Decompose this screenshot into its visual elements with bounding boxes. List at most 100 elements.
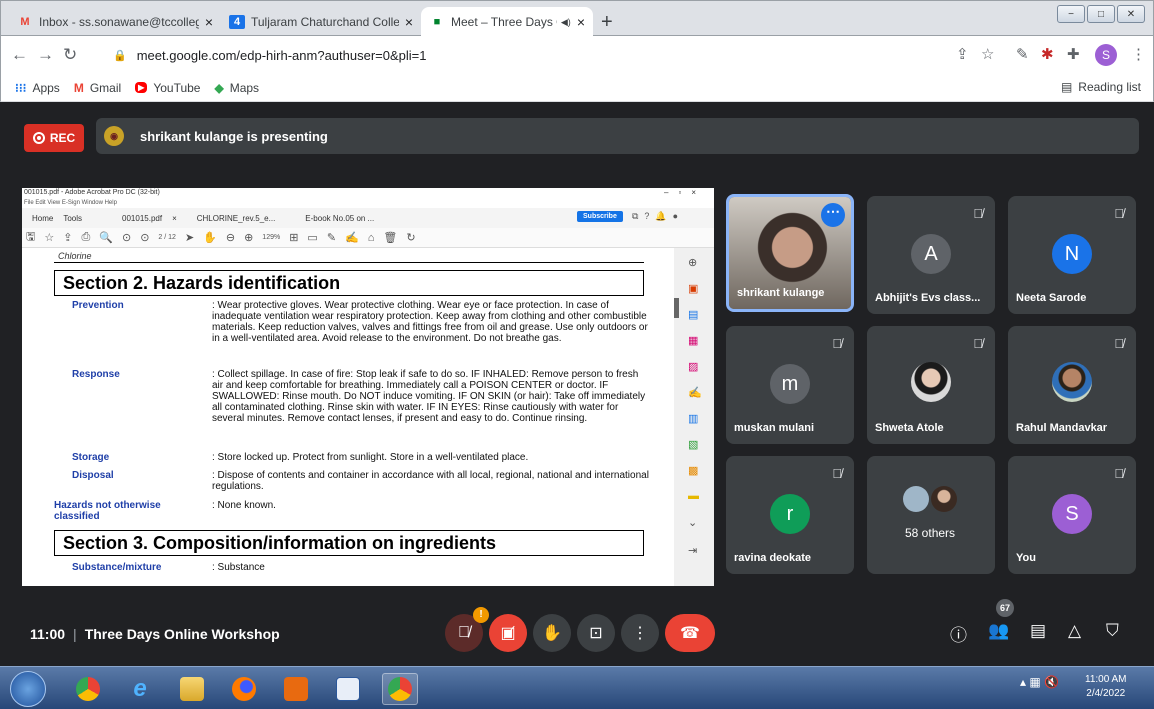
meeting-details-icon[interactable]: ⓘ [950, 621, 967, 646]
tool-sign-icon: ✍ [688, 387, 702, 399]
puzzle-icon[interactable]: ✚ [1067, 45, 1080, 63]
back-icon[interactable]: ← [11, 45, 28, 65]
hang-up-icon: ☎ [680, 625, 700, 642]
taskbar-chrome[interactable] [70, 673, 106, 705]
more-options-icon[interactable]: ⋯ [821, 203, 845, 227]
forward-icon[interactable]: → [37, 45, 54, 65]
avatar: r [770, 494, 810, 534]
participant-tile-you[interactable]: 🎙̸ S You [1008, 456, 1136, 574]
acrobat-tabs: Home Tools 001015.pdf × CHLORINE_rev.5_e… [22, 208, 714, 228]
participant-tile-abhijit[interactable]: 🎙̸ A Abhijit's Evs class... [867, 196, 995, 314]
participant-count-badge: 67 [996, 599, 1014, 617]
taskbar-chrome-active[interactable] [382, 673, 418, 705]
tool-share-icon: ▩ [688, 465, 699, 477]
tab-audio-icon[interactable]: ◀) [561, 17, 571, 28]
share-icon[interactable]: ⇪ [956, 45, 969, 63]
page-up-icon: ⊙ [121, 232, 132, 244]
recording-badge: REC [24, 124, 84, 152]
upload-icon: ⇪ [63, 232, 73, 244]
participant-tile-others[interactable]: 58 others [867, 456, 995, 574]
mic-off-icon: 🎙̸ [1114, 206, 1124, 221]
tab-close-icon[interactable]: × [577, 14, 585, 30]
pen-icon: ✎ [326, 232, 337, 244]
reload-icon[interactable]: ↻ [63, 45, 77, 65]
section-3-title: Section 3. Composition/information on in… [54, 530, 644, 556]
participant-tile-rahul[interactable]: 🎙̸ Rahul Mandavkar [1008, 326, 1136, 444]
tab-college[interactable]: 4 Tuljaram Chaturchand College of × [221, 7, 421, 37]
participant-tile-neeta[interactable]: 🎙̸ N Neeta Sarode [1008, 196, 1136, 314]
close-window-icon[interactable]: ✕ [1117, 5, 1145, 23]
tool-search-icon: ⊕ [688, 257, 698, 269]
tab-gmail-inbox[interactable]: M Inbox - ss.sonawane@tccollege.c × [9, 7, 221, 37]
tab-close-icon[interactable]: × [205, 14, 213, 30]
participant-tile-ravina[interactable]: 🎙̸ r ravina deokate [726, 456, 854, 574]
taskbar-firefox[interactable] [226, 673, 262, 705]
taskbar-outlook[interactable] [278, 673, 314, 705]
taskbar-clock[interactable]: 11:00 AM 2/4/2022 [1085, 673, 1127, 701]
extension-bug-icon[interactable]: ✱ [1041, 45, 1054, 63]
chrome-icon [76, 677, 100, 701]
group-photo-icon [930, 486, 957, 512]
url-field[interactable]: 🔒 meet.google.com/edp-hirh-anm?authuser=… [101, 41, 1001, 69]
camera-off-icon: ▣̸ [500, 625, 516, 642]
hand-icon: ✋ [203, 232, 217, 244]
header-rule [54, 262, 644, 263]
fit-icon: ⊞ [289, 232, 299, 244]
gmail-icon: M [20, 16, 30, 28]
calendar-icon: 4 [229, 15, 245, 29]
meeting-info: 11:00 | Three Days Online Workshop [30, 626, 280, 642]
activities-icon[interactable]: △ [1068, 621, 1081, 641]
ie-icon: e [133, 675, 147, 702]
raise-hand-button[interactable]: ✋ [533, 614, 571, 652]
bookmark-gmail[interactable]: M Gmail [74, 81, 121, 95]
taskbar-ie[interactable]: e [122, 673, 158, 705]
firefox-icon [232, 677, 256, 701]
record-icon [32, 132, 45, 144]
sign-icon: ✍ [345, 232, 359, 244]
taskbar-explorer[interactable] [174, 673, 210, 705]
profile-photo [911, 362, 951, 402]
maximize-icon[interactable]: □ [1087, 5, 1115, 23]
print-icon: ⎙ [81, 231, 91, 243]
reading-list-button[interactable]: ▤ Reading list [1061, 80, 1141, 94]
present-button[interactable]: ⊡ [577, 614, 615, 652]
presenting-banner: ◉ shrikant kulange is presenting [96, 118, 1139, 154]
profile-avatar[interactable]: S [1095, 44, 1117, 66]
extension-icon[interactable]: ✎ [1016, 45, 1029, 63]
folder-icon [180, 677, 204, 701]
acrobat-window-controls: –▫× [664, 188, 706, 197]
chat-icon[interactable]: ▤ [1030, 621, 1046, 641]
leave-call-button[interactable]: ☎ [665, 614, 715, 652]
stamp-icon: ⌂ [367, 231, 375, 244]
tab-meet[interactable]: ■ Meet – Three Days Online W ◀) × [421, 7, 593, 37]
people-icon[interactable]: 👥 [988, 621, 1009, 641]
bookmark-maps[interactable]: ◆ Maps [214, 81, 259, 95]
system-tray[interactable]: ▴ ▦ 🔇 [1020, 675, 1059, 689]
pointer-icon: ➤ [184, 232, 195, 244]
more-options-button[interactable]: ⋮ [621, 614, 659, 652]
college-logo-icon: ◉ [104, 126, 124, 146]
tool-protect-icon: ▧ [688, 439, 699, 451]
acrobat-menu: File Edit View E-Sign Window Help [24, 200, 117, 206]
comment-icon: ▭ [307, 232, 318, 244]
zoom-search-icon: 🔍 [99, 232, 113, 244]
participant-tile-shweta[interactable]: 🎙̸ Shweta Atole [867, 326, 995, 444]
tab-close-icon[interactable]: × [405, 14, 413, 30]
mic-off-icon: 🎙̸ [973, 336, 983, 351]
bookmark-apps[interactable]: ⁝⁝⁝ Apps [15, 81, 60, 95]
bookmark-star-icon[interactable]: ☆ [981, 45, 994, 63]
subscribe-button: Subscribe [577, 211, 623, 222]
camera-toggle-button[interactable]: ▣̸ [489, 614, 527, 652]
scroll-thumb [674, 298, 679, 318]
host-controls-icon[interactable]: ⛉ [1106, 621, 1119, 641]
avatar: m [770, 364, 810, 404]
start-button[interactable] [10, 671, 46, 707]
menu-kebab-icon[interactable]: ⋮ [1131, 45, 1146, 63]
taskbar-word[interactable] [330, 673, 366, 705]
participant-tile-shrikant[interactable]: ⋯ shrikant kulange [726, 194, 854, 312]
tool-create-icon: ▤ [688, 309, 699, 321]
new-tab-button[interactable]: + [601, 11, 613, 34]
bookmark-youtube[interactable]: ▶ YouTube [135, 81, 200, 95]
participant-tile-muskan[interactable]: 🎙̸ m muskan mulani [726, 326, 854, 444]
minimize-icon[interactable]: − [1057, 5, 1085, 23]
